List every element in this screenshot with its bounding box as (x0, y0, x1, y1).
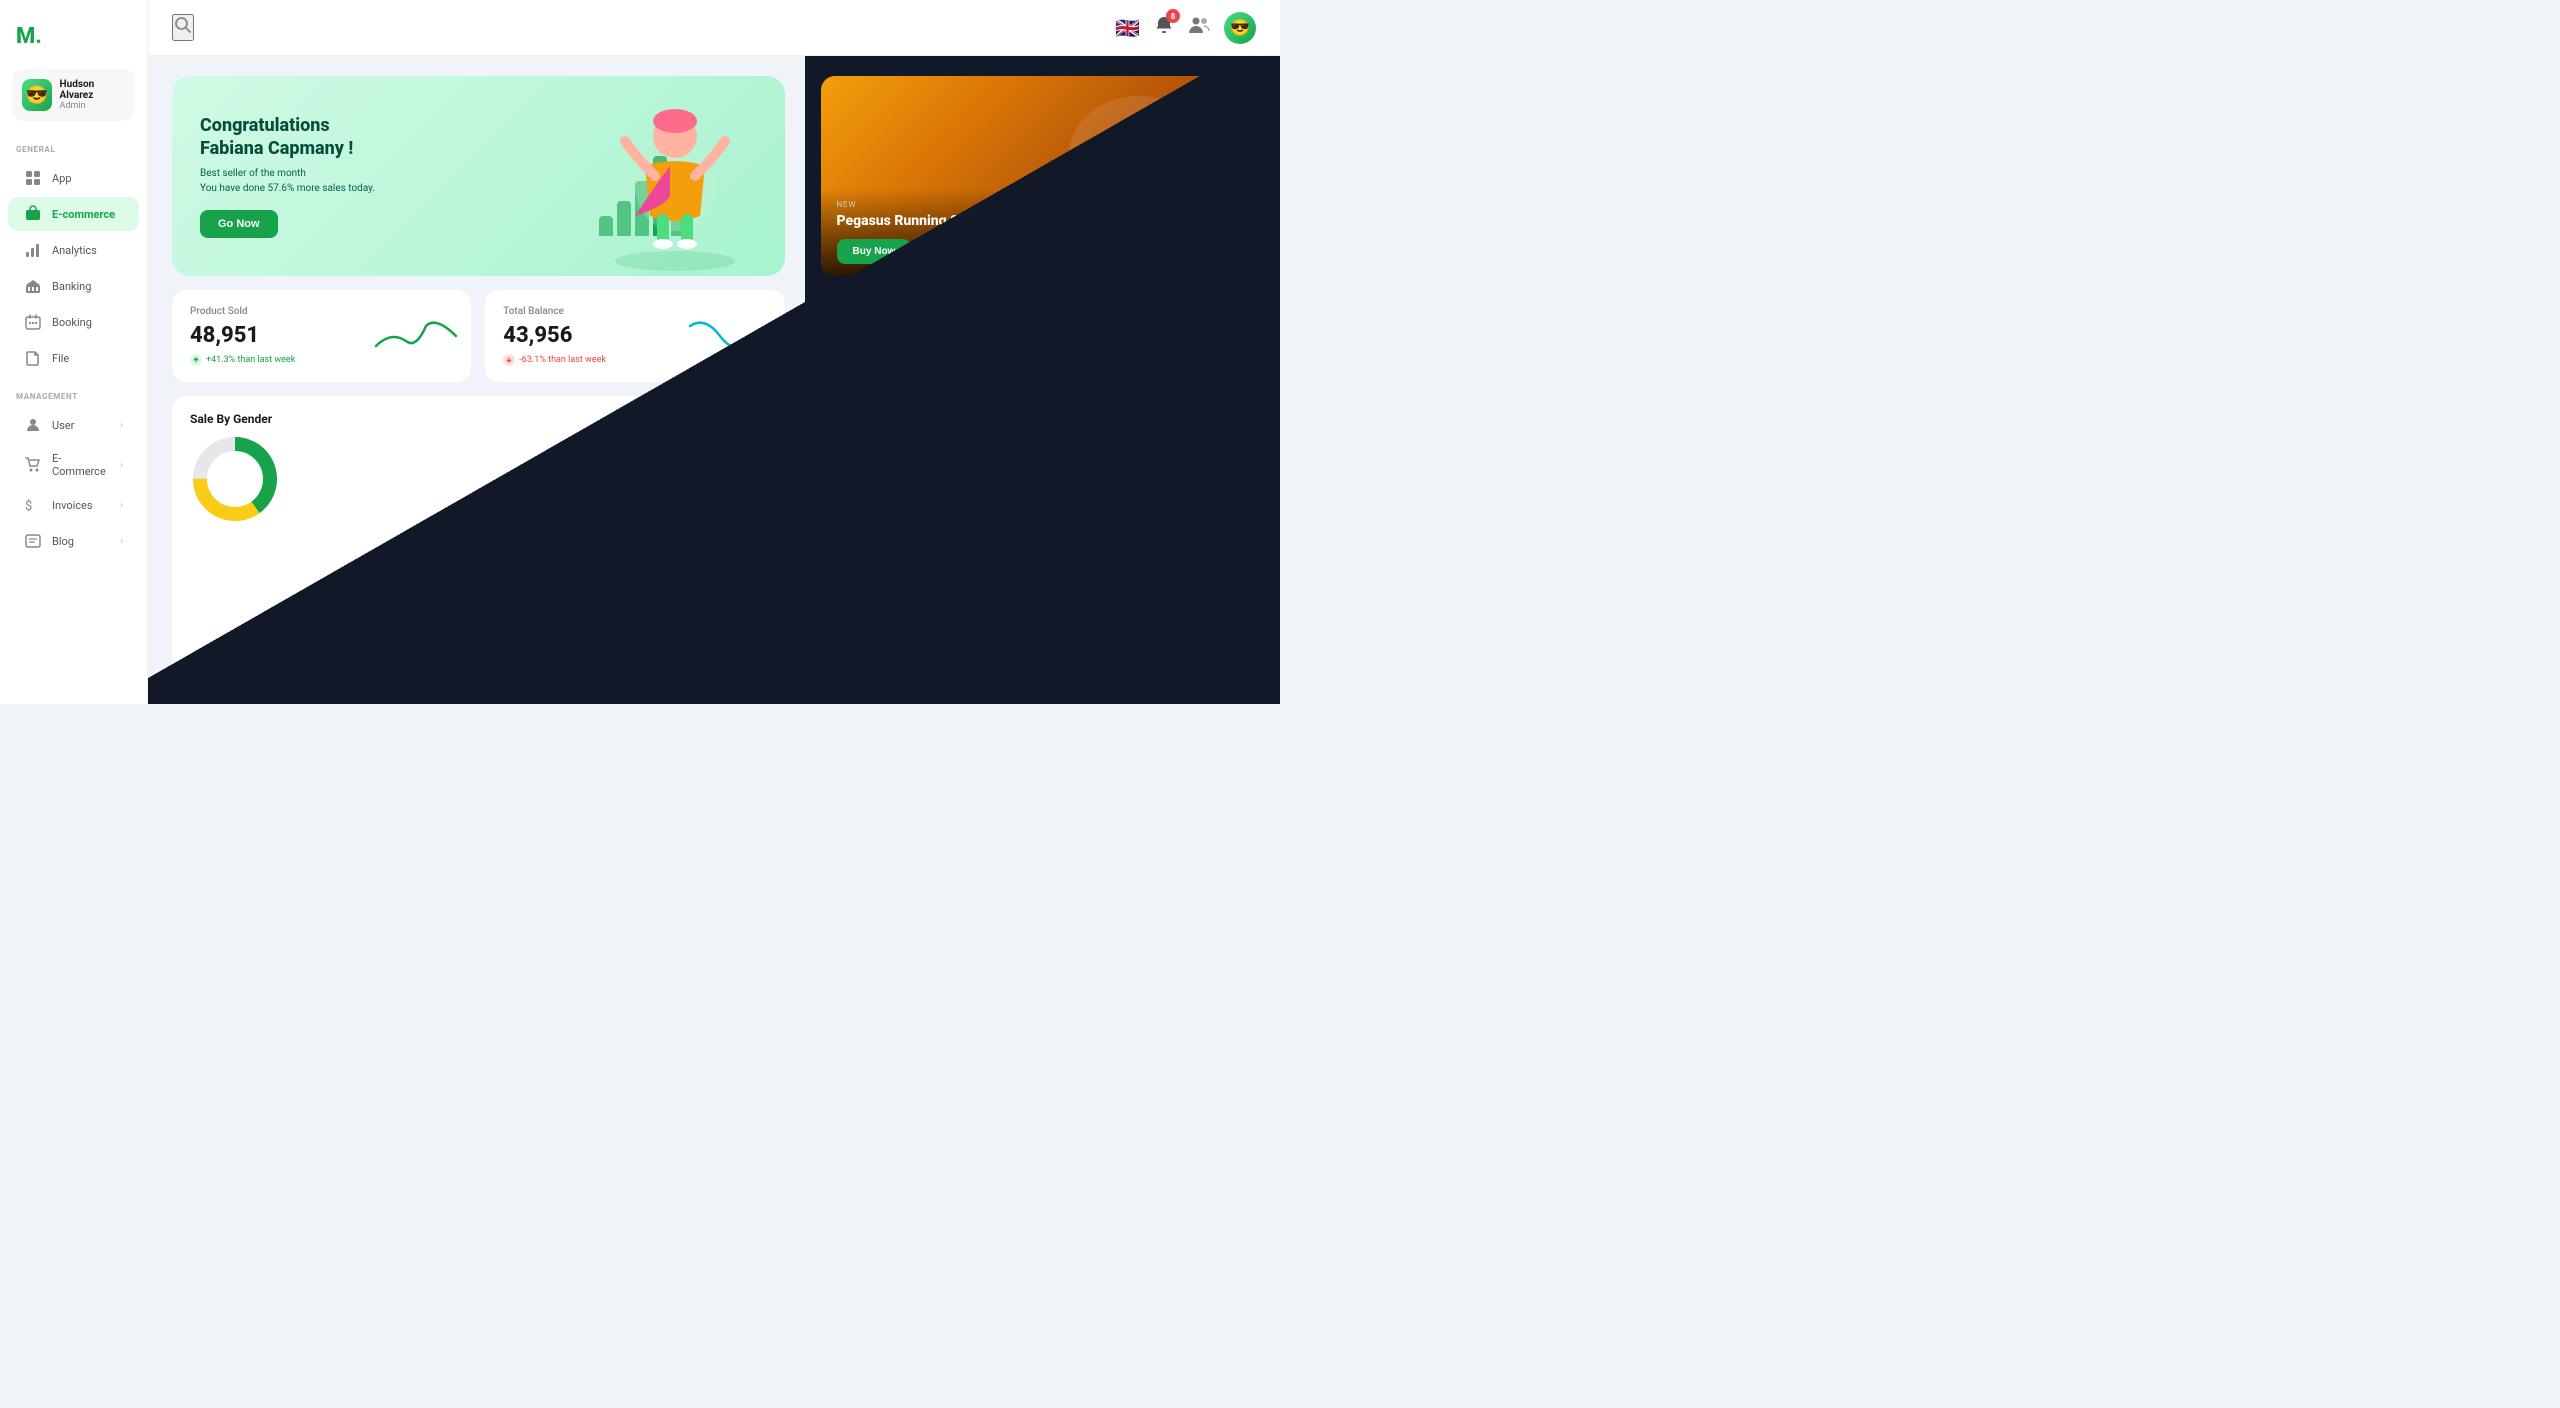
stat-card-total-balance: Total Balance 43,956 -63.1% than last we… (485, 290, 784, 382)
gender-card-title: Sale By Gender (190, 412, 767, 426)
blog-arrow-icon: › (120, 536, 123, 547)
sidebar-item-blog-label: Blog (52, 535, 110, 548)
user-name: Hudson Alvarez (60, 79, 125, 101)
header: 🇬🇧 8 😎 (148, 0, 1280, 56)
go-now-button[interactable]: Go Now (200, 210, 278, 238)
notifications-button[interactable]: 8 (1154, 15, 1174, 40)
booking-icon (24, 313, 42, 331)
sidebar-item-banking[interactable]: Banking (8, 269, 139, 303)
dot-2[interactable] (1214, 258, 1220, 264)
sidebar-item-analytics[interactable]: Analytics (8, 233, 139, 267)
general-section-label: GENERAL (0, 141, 147, 160)
analytics-icon (24, 241, 42, 259)
svg-text:$: $ (25, 499, 32, 514)
yearly-sales-chart (856, 446, 1031, 526)
sidebar-item-ecommerce-label: E-commerce (52, 208, 123, 221)
user-role: Admin (60, 101, 125, 111)
language-flag[interactable]: 🇬🇧 (1115, 16, 1140, 40)
apps-card: T... (1045, 396, 1256, 684)
banking-icon (24, 277, 42, 295)
user-info: Hudson Alvarez Admin (60, 79, 125, 111)
app-ts-icon[interactable]: TS (1063, 482, 1107, 526)
app-icon (24, 169, 42, 187)
stat-total-balance-chart (685, 311, 775, 361)
congrats-illustration (575, 86, 775, 276)
user-card[interactable]: 😎 Hudson Alvarez Admin (12, 69, 135, 121)
sidebar-item-ecommerce[interactable]: E-commerce (8, 197, 139, 231)
sidebar-item-user[interactable]: User › (8, 408, 139, 442)
user-icon (24, 416, 42, 434)
stat-card-sales-profit: Sales Profit 28,971 +66.3% than last wee… (821, 290, 1256, 382)
sidebar-item-invoices-label: Invoices (52, 499, 110, 512)
sidebar-item-banking-label: Banking (52, 280, 123, 293)
sidebar-item-ecommerce-mgmt-label: E-Commerce (52, 452, 110, 478)
apps-status-label: T... (1079, 412, 1091, 422)
ecommerce-icon (24, 205, 42, 223)
product-card: NEW Pegasus Running Shoes Buy Now (821, 76, 1256, 276)
sidebar-item-ecommerce-mgmt[interactable]: E-Commerce › (8, 444, 139, 486)
ecommerce-mgmt-icon (24, 456, 42, 474)
logo-area: M. (0, 16, 147, 69)
product-badge: NEW (837, 200, 1240, 209)
dot-4[interactable] (1234, 258, 1240, 264)
management-section-label: MANAGEMENT (0, 388, 147, 407)
dark-stats-row: Sales Profit 28,971 +66.3% than last wee… (821, 290, 1256, 382)
sidebar-item-booking[interactable]: Booking (8, 305, 139, 339)
avatar: 😎 (22, 79, 52, 111)
header-actions: 🇬🇧 8 😎 (1115, 12, 1256, 44)
search-button[interactable] (172, 14, 194, 41)
sidebar: M. 😎 Hudson Alvarez Admin GENERAL App E-… (0, 0, 148, 704)
content-right: NEW Pegasus Running Shoes Buy Now Sales … (805, 56, 1280, 704)
yearly-y-axis-label: 100 (839, 517, 853, 526)
file-icon (24, 349, 42, 367)
yearly-sales-title: Yearly Sales (839, 412, 1014, 426)
stats-row: Product Sold 48,951 +41.3% than last wee… (172, 290, 785, 382)
stat-product-sold-chart (371, 311, 461, 361)
logo: M. (16, 24, 42, 49)
sidebar-item-app[interactable]: App (8, 161, 139, 195)
app-sketch-icon[interactable] (1063, 430, 1107, 474)
sidebar-item-booking-label: Booking (52, 316, 123, 329)
bottom-row-left: Sale By Gender (172, 396, 785, 684)
invoices-arrow-icon: › (120, 500, 123, 511)
product-card-info: NEW Pegasus Running Shoes Buy Now (821, 188, 1256, 276)
gender-card: Sale By Gender (172, 396, 785, 684)
congrats-card: Congratulations Fabiana Capmany ! Best s… (172, 76, 785, 276)
main-area: 🇬🇧 8 😎 Congratulations Fabiana Capmany !… (148, 0, 1280, 704)
donut-chart-container (190, 434, 767, 524)
buy-now-button[interactable]: Buy Now (837, 239, 912, 264)
content-left: Congratulations Fabiana Capmany ! Best s… (148, 56, 805, 704)
product-name: Pegasus Running Shoes (837, 213, 1240, 229)
dot-1[interactable] (1204, 258, 1210, 264)
yearly-sales-card: Yearly Sales (+43%) than last year 100 (821, 396, 1032, 684)
dot-3[interactable] (1224, 258, 1230, 264)
sidebar-item-invoices[interactable]: $ Invoices › (8, 488, 139, 522)
sidebar-item-app-label: App (52, 172, 123, 185)
app-figma-icon[interactable] (1124, 430, 1168, 474)
product-carousel-dots (1204, 258, 1240, 264)
users-icon[interactable] (1188, 16, 1210, 39)
header-avatar[interactable]: 😎 (1224, 12, 1256, 44)
sidebar-item-user-label: User (52, 419, 110, 432)
app-n-icon[interactable]: N (1124, 482, 1168, 526)
notification-badge: 8 (1166, 9, 1180, 23)
sidebar-item-blog[interactable]: Blog › (8, 524, 139, 558)
sidebar-item-file-label: File (52, 352, 123, 365)
stat-card-product-sold: Product Sold 48,951 +41.3% than last wee… (172, 290, 471, 382)
invoices-icon: $ (24, 496, 42, 514)
user-arrow-icon: › (120, 420, 123, 431)
app-js-icon[interactable]: JS (1185, 430, 1229, 474)
blog-icon (24, 532, 42, 550)
online-indicator (1063, 414, 1069, 420)
sidebar-item-analytics-label: Analytics (52, 244, 123, 257)
yearly-sales-subtitle: (+43%) than last year (839, 428, 1014, 438)
content-area: Congratulations Fabiana Capmany ! Best s… (148, 56, 1280, 704)
dark-bottom-row: Yearly Sales (+43%) than last year 100 (821, 396, 1256, 684)
donut-chart (190, 434, 280, 524)
apps-grid: JS TS N (1063, 430, 1238, 526)
stat-sales-profit-chart (1156, 311, 1246, 361)
ecommerce-mgmt-arrow-icon: › (120, 460, 123, 471)
sidebar-item-file[interactable]: File (8, 341, 139, 375)
